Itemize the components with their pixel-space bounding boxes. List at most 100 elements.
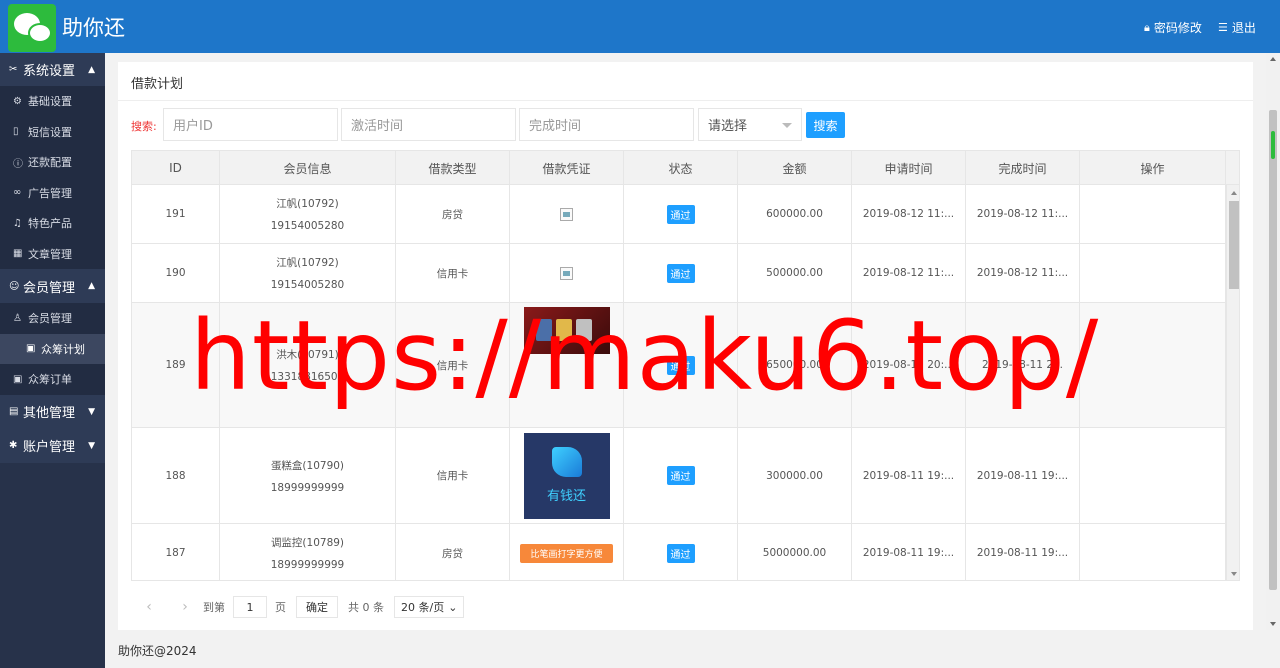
- status-badge: 通过: [666, 466, 695, 485]
- sidebar-item-article-management[interactable]: ▦ 文章管理: [0, 238, 105, 269]
- broken-image-icon[interactable]: [560, 266, 573, 280]
- table-row[interactable]: 187 调监控(10789) 18999999999 房贷 比笔画打字更方便 通过…: [132, 524, 1226, 580]
- scroll-accent: [1271, 131, 1275, 159]
- finish-time-input[interactable]: 完成时间: [519, 108, 694, 141]
- col-type[interactable]: 借款类型: [396, 151, 510, 185]
- wechat-logo-icon: [8, 4, 56, 52]
- col-amount[interactable]: 金额: [738, 151, 852, 185]
- confirm-page-button[interactable]: 确定: [296, 596, 338, 618]
- cell-member: 江帆(10792) 19154005280: [220, 244, 396, 302]
- col-apply-time[interactable]: 申请时间: [852, 151, 966, 185]
- page-scrollbar[interactable]: [1266, 53, 1280, 630]
- change-password-link[interactable]: 🔒︎ 密码修改: [1144, 19, 1202, 36]
- cell-amount: 500000.00: [738, 244, 852, 302]
- apps-icon: ▣: [26, 343, 36, 355]
- scroll-down-icon[interactable]: [1270, 622, 1276, 626]
- page-size-select[interactable]: 20 条/页 ⌄: [394, 596, 465, 618]
- cell-id: 187: [132, 524, 220, 580]
- sidebar-group-account[interactable]: ✱ 账户管理 ▼: [0, 428, 105, 463]
- sidebar-item-ad-management[interactable]: ∞ 广告管理: [0, 177, 105, 208]
- cell-member: 江帆(10792) 19154005280: [220, 185, 396, 243]
- table-row[interactable]: 188 蛋糕盒(10790) 18999999999 信用卡 有钱还 通过 300…: [132, 428, 1226, 524]
- col-actions[interactable]: 操作: [1080, 151, 1226, 185]
- grid-icon: ▦: [13, 248, 23, 260]
- cell-type: 信用卡: [396, 428, 510, 523]
- pagination: ‹ › 到第 1 页 确定 共 0 条 20 条/页 ⌄: [131, 592, 465, 622]
- col-member[interactable]: 会员信息: [220, 151, 396, 185]
- sidebar-group-members[interactable]: ☺ 会员管理 ▲: [0, 269, 105, 303]
- cell-status: 通过: [624, 244, 738, 302]
- next-page-icon[interactable]: ›: [167, 599, 203, 615]
- sidebar-item-basic-settings[interactable]: ⚙ 基础设置: [0, 86, 105, 117]
- col-voucher[interactable]: 借款凭证: [510, 151, 624, 185]
- caret-down-icon: ▼: [88, 440, 95, 451]
- cell-amount: 300000.00: [738, 428, 852, 523]
- sidebar-group-other[interactable]: ▤ 其他管理 ▼: [0, 394, 105, 429]
- user-id-input[interactable]: 用户ID: [163, 108, 338, 141]
- scroll-thumb[interactable]: [1229, 201, 1239, 289]
- col-finish-time[interactable]: 完成时间: [966, 151, 1080, 185]
- search-button[interactable]: 搜索: [806, 112, 845, 138]
- cell-status: 通过: [624, 185, 738, 243]
- cell-voucher: [510, 185, 624, 243]
- document-icon: ▤: [9, 406, 19, 417]
- info-icon: ⓘ: [13, 158, 23, 170]
- watermark-url: https://maku6.top/: [190, 300, 1100, 412]
- sidebar-item-member-management[interactable]: ♙ 会员管理: [0, 303, 105, 334]
- cell-type: 房贷: [396, 524, 510, 580]
- table-scrollbar[interactable]: [1226, 185, 1239, 580]
- cell-finish-time: 2019-08-11 19:...: [966, 524, 1080, 580]
- logout-link[interactable]: ☰ 退出: [1218, 19, 1256, 36]
- menu-icon: ☰: [1218, 21, 1228, 34]
- gear-icon: ✱: [9, 440, 18, 451]
- sidebar-item-repayment-config[interactable]: ⓘ 还款配置: [0, 147, 105, 178]
- broken-image-icon[interactable]: [560, 207, 573, 221]
- cell-apply-time: 2019-08-12 11:...: [852, 244, 966, 302]
- col-id[interactable]: ID: [132, 151, 220, 185]
- cell-status: 通过: [624, 524, 738, 580]
- status-badge: 通过: [666, 543, 695, 563]
- table-row[interactable]: 190 江帆(10792) 19154005280 信用卡 通过 500000.0…: [132, 244, 1226, 303]
- tools-icon: ✂: [9, 64, 18, 75]
- sidebar-item-crowdfunding-orders[interactable]: ▣ 众筹订单: [0, 364, 105, 395]
- sidebar-item-crowdfunding-plan[interactable]: ▣ 众筹计划: [0, 333, 105, 364]
- page-unit-label: 页: [275, 601, 286, 614]
- cell-amount: 5000000.00: [738, 524, 852, 580]
- cell-status: 通过: [624, 428, 738, 523]
- cell-voucher: 比笔画打字更方便: [510, 524, 624, 580]
- bell-icon: ♫: [13, 217, 22, 229]
- cell-member: 蛋糕盒(10790) 18999999999: [220, 428, 396, 523]
- status-select[interactable]: 请选择: [698, 108, 802, 141]
- scroll-down-icon[interactable]: [1231, 572, 1237, 576]
- sidebar-item-featured-products[interactable]: ♫ 特色产品: [0, 208, 105, 239]
- scroll-up-icon[interactable]: [1231, 191, 1237, 195]
- scroll-thumb[interactable]: [1269, 110, 1277, 590]
- cell-type: 信用卡: [396, 244, 510, 302]
- cell-apply-time: 2019-08-12 11:...: [852, 185, 966, 243]
- divider: [118, 100, 1253, 101]
- chevron-down-icon: ⌄: [448, 600, 458, 614]
- cell-actions: [1080, 303, 1226, 427]
- cell-actions: [1080, 185, 1226, 243]
- sidebar-group-system[interactable]: ✂ 系统设置 ▲: [0, 53, 105, 86]
- cell-apply-time: 2019-08-11 19:...: [852, 428, 966, 523]
- cell-finish-time: 2019-08-12 11:...: [966, 185, 1080, 243]
- cell-finish-time: 2019-08-11 19:...: [966, 428, 1080, 523]
- page-number-input[interactable]: 1: [233, 596, 267, 618]
- cell-finish-time: 2019-08-12 11:...: [966, 244, 1080, 302]
- sidebar-item-sms-settings[interactable]: ▯ 短信设置: [0, 116, 105, 147]
- activate-time-input[interactable]: 激活时间: [341, 108, 516, 141]
- total-count: 共 0 条: [348, 601, 384, 614]
- footer-copyright: 助你还@2024: [118, 644, 197, 658]
- voucher-thumbnail[interactable]: 比笔画打字更方便: [520, 543, 613, 563]
- sidebar: ✂ 系统设置 ▲ ⚙ 基础设置 ▯ 短信设置 ⓘ 还款配置 ∞ 广告管理 ♫ 特色产品 ▦ 文章…: [0, 53, 105, 668]
- lock-icon: 🔒︎: [1144, 20, 1150, 34]
- col-status[interactable]: 状态: [624, 151, 738, 185]
- prev-page-icon[interactable]: ‹: [131, 599, 167, 615]
- table-row[interactable]: 191 江帆(10792) 19154005280 房贷 通过 600000.00…: [132, 185, 1226, 244]
- cell-actions: [1080, 428, 1226, 523]
- voucher-thumbnail[interactable]: 有钱还: [523, 432, 610, 519]
- scroll-up-icon[interactable]: [1270, 57, 1276, 61]
- cell-apply-time: 2019-08-11 19:...: [852, 524, 966, 580]
- cell-member: 调监控(10789) 18999999999: [220, 524, 396, 580]
